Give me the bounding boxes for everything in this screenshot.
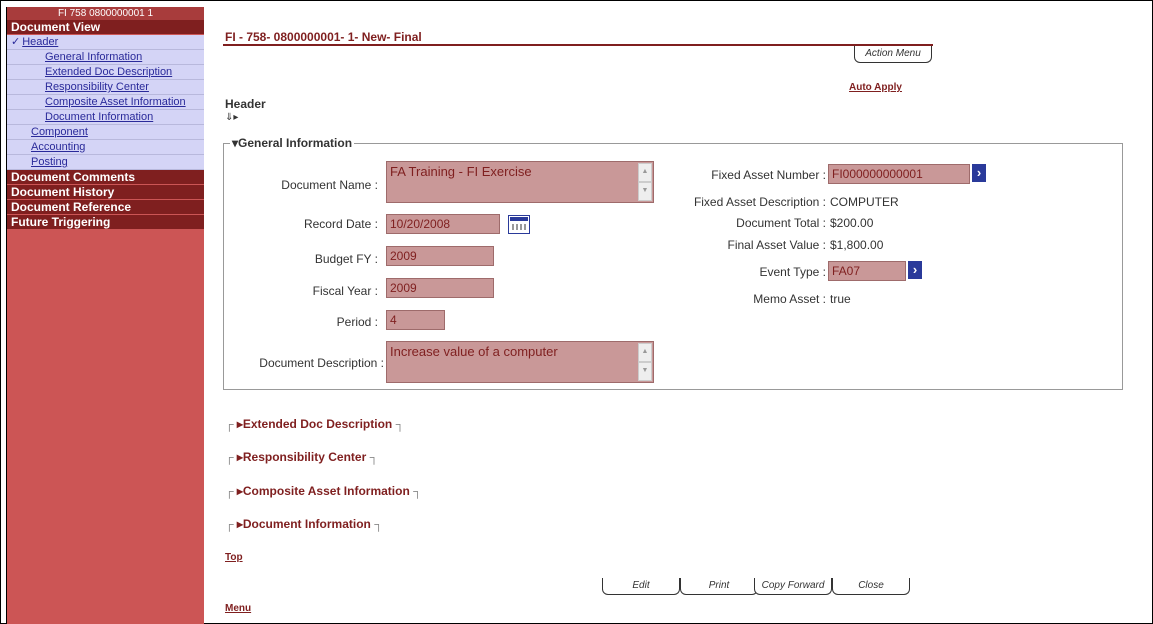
- sidebar-item-document-information[interactable]: Document Information: [7, 110, 204, 125]
- fixed-asset-number-label: Fixed Asset Number :: [711, 168, 826, 182]
- sidebar-item-accounting[interactable]: Accounting: [7, 140, 204, 155]
- sidebar: FI 758 0800000001 1 Document View ✓ Heade…: [6, 7, 204, 624]
- fixed-asset-description-label: Fixed Asset Description :: [693, 195, 826, 209]
- document-name-field[interactable]: FA Training - FI Exercise ▲ ▼: [386, 161, 654, 203]
- calendar-icon[interactable]: [508, 215, 530, 234]
- fiscal-year-label: Fiscal Year :: [312, 284, 378, 298]
- period-field[interactable]: 4: [386, 310, 445, 330]
- sidebar-item-component[interactable]: Component: [7, 125, 204, 140]
- fixed-asset-number-field[interactable]: FI000000000001: [828, 164, 970, 184]
- event-type-field[interactable]: FA07: [828, 261, 906, 281]
- section-composite-asset-information[interactable]: ┌ ▸Composite Asset Information ┐: [225, 484, 422, 498]
- document-total-label: Document Total :: [736, 216, 826, 230]
- sidebar-document-history[interactable]: Document History: [7, 185, 204, 200]
- budget-fy-label: Budget FY :: [314, 252, 378, 266]
- sidebar-item-composite-asset-information[interactable]: Composite Asset Information: [7, 95, 204, 110]
- auto-apply-link[interactable]: Auto Apply: [849, 82, 902, 93]
- period-label: Period :: [336, 315, 378, 329]
- menu-link[interactable]: Menu: [225, 603, 251, 614]
- record-date-field[interactable]: 10/20/2008: [386, 214, 500, 234]
- chevron-right-icon[interactable]: ›: [908, 261, 922, 279]
- scroll-arrows[interactable]: ▲ ▼: [638, 343, 652, 381]
- sidebar-doc-id: FI 758 0800000001 1: [7, 7, 204, 20]
- section-header-label: Header: [225, 97, 266, 111]
- sidebar-document-view[interactable]: Document View: [7, 20, 204, 35]
- top-link[interactable]: Top: [225, 552, 243, 563]
- final-asset-value-value: $1,800.00: [830, 238, 884, 252]
- document-total-value: $200.00: [830, 216, 874, 230]
- print-button[interactable]: Print: [680, 578, 758, 595]
- memo-asset-value: true: [830, 292, 851, 306]
- sidebar-document-comments[interactable]: Document Comments: [7, 170, 204, 185]
- page-title: FI - 758- 0800000001- 1- New- Final: [225, 30, 422, 44]
- budget-fy-field[interactable]: 2009: [386, 246, 494, 266]
- document-name-label: Document Name :: [281, 178, 378, 192]
- chevron-right-icon[interactable]: ›: [972, 164, 986, 182]
- section-responsibility-center[interactable]: ┌ ▸Responsibility Center ┐: [225, 450, 378, 464]
- event-type-label: Event Type :: [759, 265, 827, 279]
- title-divider: [223, 44, 933, 46]
- final-asset-value-label: Final Asset Value :: [727, 238, 827, 252]
- close-button[interactable]: Close: [832, 578, 910, 595]
- sidebar-future-triggering[interactable]: Future Triggering: [7, 215, 204, 230]
- fixed-asset-description-value: COMPUTER: [830, 195, 899, 209]
- sidebar-item-posting[interactable]: Posting: [7, 155, 204, 170]
- action-menu-button[interactable]: Action Menu: [854, 46, 932, 63]
- copy-forward-button[interactable]: Copy Forward: [754, 578, 832, 595]
- document-description-field[interactable]: Increase value of a computer ▲ ▼: [386, 341, 654, 383]
- memo-asset-label: Memo Asset :: [753, 292, 826, 306]
- sidebar-item-header[interactable]: ✓ Header: [7, 35, 204, 50]
- sidebar-item-label: Header: [22, 36, 59, 48]
- section-document-information[interactable]: ┌ ▸Document Information ┐: [225, 517, 383, 531]
- fiscal-year-field[interactable]: 2009: [386, 278, 494, 298]
- edit-button[interactable]: Edit: [602, 578, 680, 595]
- sidebar-document-reference[interactable]: Document Reference: [7, 200, 204, 215]
- main-content: FI - 758- 0800000001- 1- New- Final Acti…: [220, 0, 1153, 624]
- check-icon: ✓: [11, 36, 21, 48]
- expand-collapse-icon[interactable]: ⇓▸: [225, 112, 238, 123]
- general-information-legend[interactable]: ▾General Information: [230, 136, 354, 150]
- sidebar-item-extended-doc-description[interactable]: Extended Doc Description: [7, 65, 204, 80]
- section-extended-doc-description[interactable]: ┌ ▸Extended Doc Description ┐: [225, 417, 404, 431]
- record-date-label: Record Date :: [303, 217, 378, 231]
- document-description-label: Document Description :: [259, 356, 384, 370]
- sidebar-item-general-information[interactable]: General Information: [7, 50, 204, 65]
- sidebar-item-responsibility-center[interactable]: Responsibility Center: [7, 80, 204, 95]
